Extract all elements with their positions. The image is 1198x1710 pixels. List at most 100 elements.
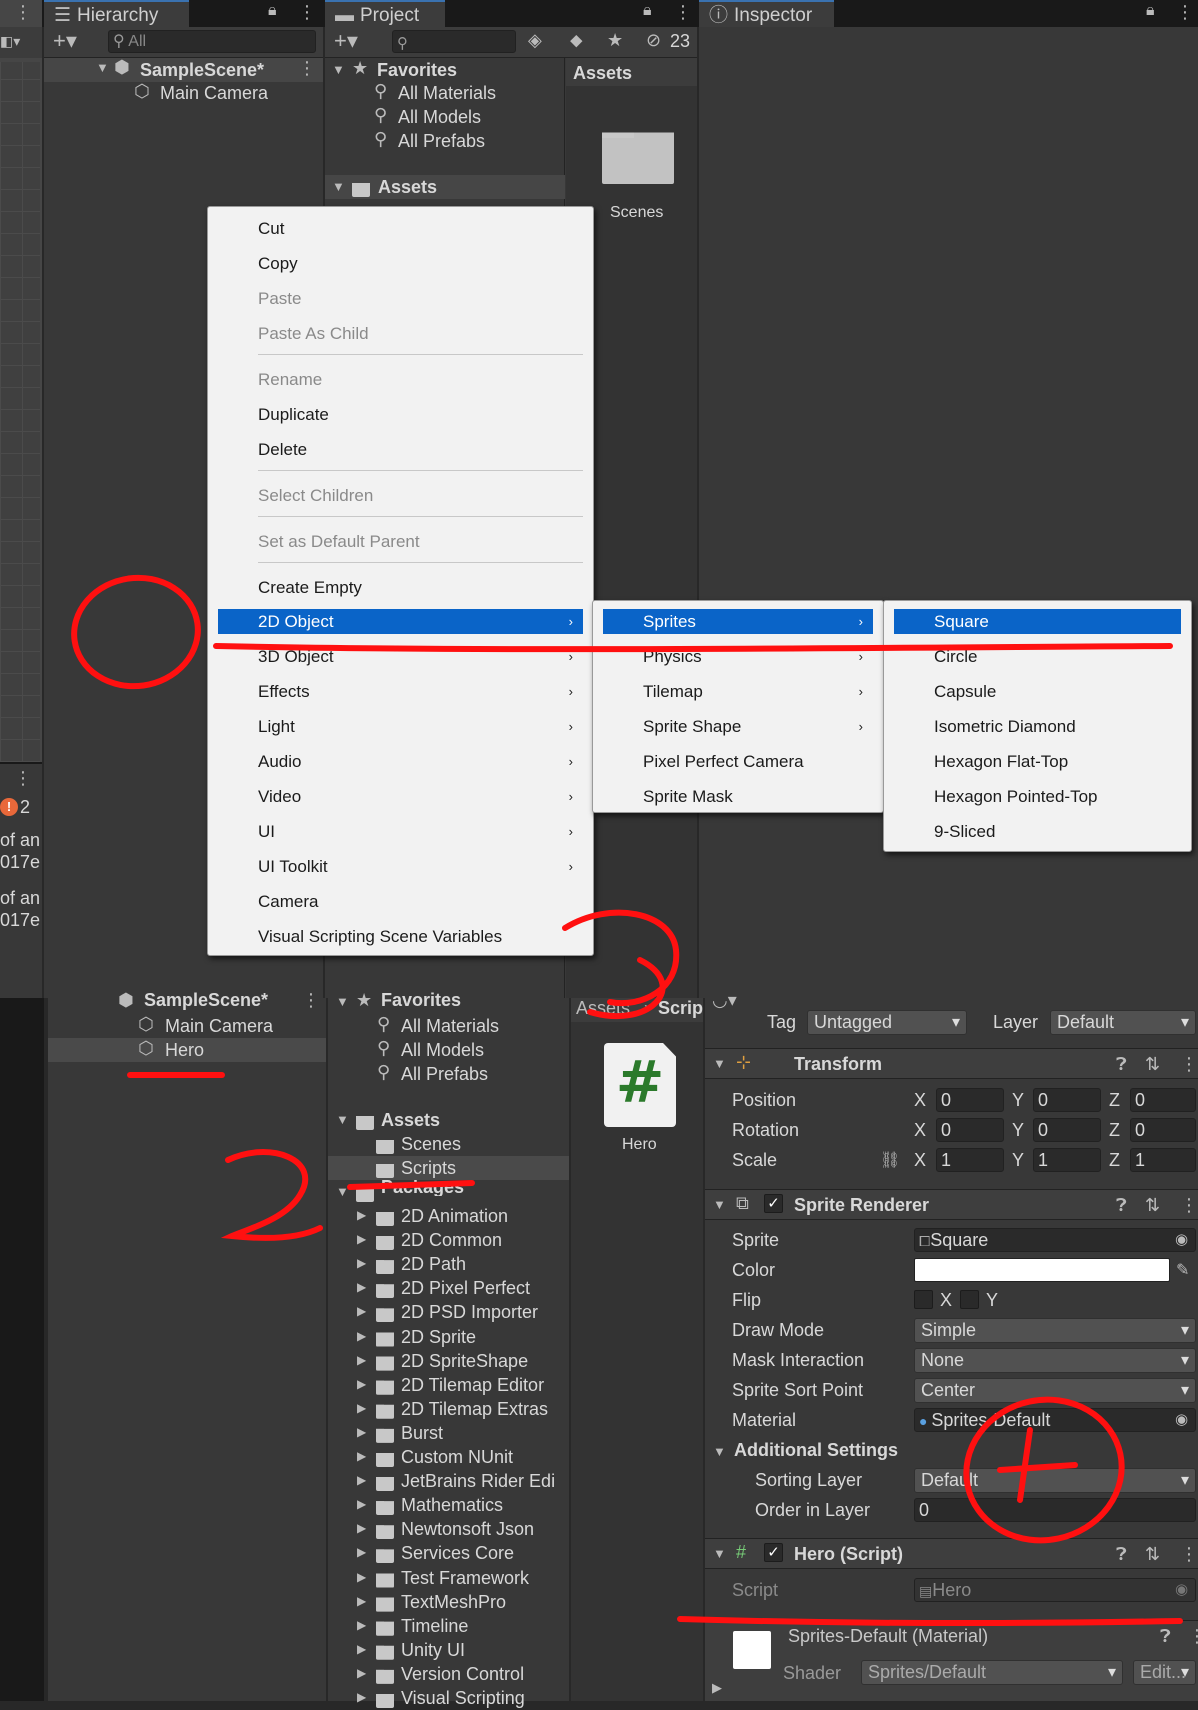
package-folder[interactable]: 2D Tilemap Editor [401,1373,544,1397]
menu-item-pixel-perfect-camera[interactable]: Pixel Perfect Camera [603,749,873,774]
position-y-field[interactable]: 0 [1033,1088,1101,1112]
more-icon[interactable]: ⋮ [1180,1195,1198,1216]
hierarchy-item-hero[interactable]: Hero [165,1038,204,1062]
packages-folder[interactable]: Packages [381,1180,464,1196]
menu-item-delete[interactable]: Delete [218,437,583,462]
menu-item-sprites[interactable]: Sprites › [603,609,873,634]
package-folder[interactable]: Burst [401,1421,443,1445]
flip-x-checkbox[interactable] [914,1290,933,1309]
lock-icon[interactable]: 🔒︎ [1146,2,1155,20]
sprite-renderer-title[interactable]: Sprite Renderer [794,1195,929,1216]
chevron-right-icon[interactable]: ▶ [357,1304,366,1318]
presets-icon[interactable]: ⇅ [1145,1054,1160,1075]
breadcrumb-assets[interactable]: Assets [576,996,630,1020]
shader-edit-button[interactable]: Edit... [1133,1660,1196,1685]
package-folder[interactable]: Mathematics [401,1493,503,1517]
chevron-right-icon[interactable]: ▶ [357,1256,366,1270]
menu-item-sprite-mask[interactable]: Sprite Mask [603,784,873,809]
chevron-right-icon[interactable]: ▶ [357,1329,366,1343]
rotation-y-field[interactable]: 0 [1033,1118,1101,1142]
color-swatch[interactable] [914,1258,1170,1282]
scale-x-field[interactable]: 1 [936,1148,1004,1172]
tab-hierarchy[interactable]: ☰ Hierarchy [44,0,189,27]
presets-icon[interactable]: ⇅ [1145,1195,1160,1216]
assets-breadcrumb[interactable]: Assets [573,61,632,85]
package-folder[interactable]: 2D Animation [401,1204,508,1228]
menu-item-square[interactable]: Square [894,609,1181,634]
object-picker-icon[interactable]: ◉ [1175,1410,1188,1428]
chevron-down-icon[interactable]: ▼ [713,1197,726,1212]
chevron-right-icon[interactable]: ▶ [357,1208,366,1222]
lock-icon[interactable]: 🔒︎ [643,2,652,20]
layout-icon[interactable]: ◧▾ [0,33,20,50]
hierarchy-search-input[interactable]: ⚲ All [108,30,316,53]
menu-item-3d-object[interactable]: 3D Object › [218,644,583,669]
menu-item-camera[interactable]: Camera [218,889,583,914]
more-icon[interactable]: ⋮ [302,990,320,1011]
chevron-right-icon[interactable]: ▶ [357,1401,366,1415]
folder-scripts[interactable]: Scripts [401,1156,456,1180]
package-folder[interactable]: 2D Sprite [401,1325,476,1349]
hero-script-title[interactable]: Hero (Script) [794,1544,903,1565]
menu-item-circle[interactable]: Circle [894,644,1181,669]
package-folder[interactable]: Visual Scripting [401,1686,525,1710]
tag-dropdown[interactable]: Untagged [807,1010,967,1035]
material-asset-title[interactable]: Sprites-Default (Material) [788,1626,988,1647]
package-folder[interactable]: Test Framework [401,1566,529,1590]
menu-item-visual-scripting-scene-variables[interactable]: Visual Scripting Scene Variables [218,924,583,949]
help-icon[interactable]: ❓︎ [1160,1626,1171,1647]
package-folder[interactable]: 2D SpriteShape [401,1349,528,1373]
menu-item-ui[interactable]: UI › [218,819,583,844]
menu-item-hexagon-pointed-top[interactable]: Hexagon Pointed-Top [894,784,1181,809]
chevron-down-icon[interactable]: ▼ [336,1112,349,1127]
more-icon[interactable]: ⋮ [1180,1544,1198,1565]
shader-dropdown[interactable]: Sprites/Default [861,1660,1123,1685]
hierarchy-item-main-camera[interactable]: Main Camera [165,1014,273,1038]
transform-title[interactable]: Transform [794,1054,882,1075]
tab-inspector[interactable]: ⓘ Inspector [699,0,834,27]
menu-item-isometric-diamond[interactable]: Isometric Diamond [894,714,1181,739]
folder-scenes[interactable]: Scenes [401,1132,461,1156]
scene-name[interactable]: SampleScene* [144,990,268,1010]
star-icon[interactable]: ★ [607,30,623,51]
breadcrumb-scripts[interactable]: Scrip [658,996,703,1020]
rotation-z-field[interactable]: 0 [1130,1118,1196,1142]
position-z-field[interactable]: 0 [1130,1088,1196,1112]
link-icon[interactable]: ⛓ [880,1150,900,1170]
help-icon[interactable]: ❓︎ [1116,1054,1127,1075]
filter-type-icon[interactable]: ◈ [528,30,542,51]
menu-item-sprite-shape[interactable]: Sprite Shape › [603,714,873,739]
menu-item-video[interactable]: Video › [218,784,583,809]
chevron-right-icon[interactable]: ▶ [357,1545,366,1559]
scale-y-field[interactable]: 1 [1033,1148,1101,1172]
asset-hero-label[interactable]: Hero [622,1136,657,1154]
chevron-down-icon[interactable]: ▼ [336,1184,349,1199]
assets-folder[interactable]: Assets [378,175,437,199]
favorite-item[interactable]: All Models [398,105,481,129]
position-x-field[interactable]: 0 [936,1088,1004,1112]
chevron-right-icon[interactable]: ▶ [357,1473,366,1487]
sorting-layer-dropdown[interactable]: Default [914,1468,1196,1493]
add-icon[interactable]: +▾ [334,28,358,54]
more-icon[interactable]: ⋮ [298,2,316,23]
tab-project[interactable]: ▬ Project [325,0,445,27]
chevron-down-icon[interactable]: ▼ [332,62,345,77]
favorites-header[interactable]: Favorites [377,58,457,82]
menu-item-audio[interactable]: Audio › [218,749,583,774]
package-folder[interactable]: Services Core [401,1541,514,1565]
chevron-right-icon[interactable]: ▶ [357,1690,366,1704]
favorite-item[interactable]: All Prefabs [401,1062,488,1086]
favorite-item[interactable]: All Prefabs [398,129,485,153]
material-field[interactable]: ● Sprites-Default [914,1408,1196,1432]
more-icon[interactable]: ⋮ [14,2,32,23]
menu-item-copy[interactable]: Copy [218,251,583,276]
menu-item-duplicate[interactable]: Duplicate [218,402,583,427]
add-icon[interactable]: +▾ [53,28,77,54]
menu-item-physics[interactable]: Physics › [603,644,873,669]
chevron-right-icon[interactable]: ▶ [357,1594,366,1608]
package-folder[interactable]: Timeline [401,1614,468,1638]
chevron-down-icon[interactable]: ▼ [336,994,349,1009]
more-icon[interactable]: ⋮ [1180,1054,1198,1075]
sort-point-dropdown[interactable]: Center [914,1378,1196,1403]
chevron-right-icon[interactable]: ▶ [357,1618,366,1632]
